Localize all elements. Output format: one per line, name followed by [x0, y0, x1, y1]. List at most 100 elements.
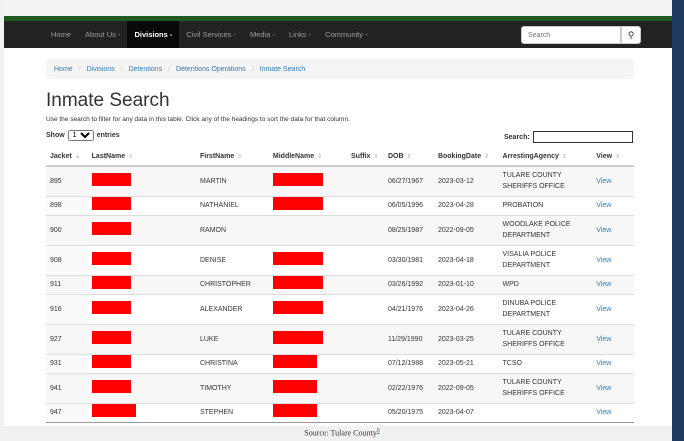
firstname-cell: CHRISTINA: [195, 353, 269, 373]
column-header[interactable]: DOB ⇕: [383, 148, 434, 167]
view-link[interactable]: View: [596, 202, 611, 209]
footnote-link[interactable]: 8: [377, 428, 380, 434]
breadcrumb-separator: /: [168, 65, 171, 73]
agency-cell: DINUBA POLICE DEPARTMENT: [498, 293, 593, 324]
booking-date-cell: 2023-05-21: [433, 353, 499, 373]
firstname-cell: MARTIN: [195, 165, 269, 196]
jacket-cell: 898: [46, 195, 88, 215]
redaction-box: [91, 379, 131, 393]
dob-cell: 06/05/1996: [383, 195, 434, 215]
lastname-cell: [87, 274, 196, 294]
breadcrumb-separator: /: [120, 65, 123, 73]
middlename-cell: [268, 353, 347, 373]
middlename-cell: [268, 323, 347, 354]
dob-cell: 05/20/1975: [383, 402, 434, 423]
jacket-cell: 895: [46, 165, 88, 196]
view-cell: View: [592, 372, 634, 403]
nav-item[interactable]: Civil Services -: [179, 21, 243, 48]
sort-icon: ⇕: [406, 154, 412, 160]
show-entries: Show 10 entries: [46, 130, 120, 141]
firstname-cell: NATHANIEL: [195, 195, 269, 215]
view-link[interactable]: View: [596, 360, 611, 367]
jacket-cell: 947: [46, 402, 88, 423]
breadcrumb-item[interactable]: Home: [54, 66, 73, 73]
breadcrumb-item[interactable]: Detentions Operations: [176, 66, 246, 73]
column-label: MiddleName: [272, 153, 315, 160]
lastname-cell: [87, 293, 196, 324]
view-link[interactable]: View: [596, 281, 611, 288]
view-link[interactable]: View: [596, 409, 611, 416]
column-header[interactable]: LastName ⇕: [87, 148, 196, 167]
middlename-cell: [268, 165, 347, 196]
lastname-cell: [87, 402, 196, 423]
view-link[interactable]: View: [596, 178, 611, 185]
dob-cell: 03/26/1992: [383, 274, 434, 294]
nav-item[interactable]: Divisions -: [127, 21, 180, 48]
firstname-cell: RAMON: [195, 214, 269, 245]
dob-cell: 06/27/1967: [383, 165, 434, 196]
suffix-cell: [347, 195, 384, 215]
nav-item[interactable]: About Us -: [78, 21, 127, 48]
column-header[interactable]: View ⇕: [592, 148, 634, 167]
sort-icon: ▲: [74, 154, 81, 160]
suffix-cell: [347, 165, 384, 196]
view-link[interactable]: View: [596, 385, 611, 392]
middlename-cell: [268, 195, 347, 215]
nav-item[interactable]: Home: [44, 21, 78, 48]
column-header[interactable]: MiddleName ⇕: [268, 148, 347, 167]
search-label: Search:: [504, 133, 530, 141]
entries-label: entries: [96, 132, 120, 139]
booking-date-cell: 2023-04-07: [433, 402, 499, 423]
column-header[interactable]: BookingDate ⇕: [433, 148, 499, 167]
jacket-cell: 931: [46, 353, 88, 373]
table-row: 931 CHRISTINA 07/12/1988 2023-05-21 TCSO View: [46, 353, 634, 373]
firstname-cell: TIMOTHY: [195, 372, 269, 403]
firstname-cell: CHRISTOPHER: [195, 274, 269, 294]
dob-cell: 11/29/1990: [383, 323, 434, 354]
search-icon[interactable]: ⚲: [621, 26, 641, 44]
column-header[interactable]: ArrestingAgency ⇕: [498, 148, 593, 167]
booking-date-cell: 2023-04-28: [433, 195, 499, 215]
view-link[interactable]: View: [596, 306, 611, 313]
column-header[interactable]: Suffix ⇕: [347, 148, 384, 167]
entries-select[interactable]: 10: [67, 130, 94, 141]
redaction-box: [272, 276, 323, 289]
table-search-input[interactable]: [532, 131, 633, 143]
column-header[interactable]: Jacket ▲: [46, 148, 88, 167]
nav-item[interactable]: Media -: [243, 21, 282, 48]
lastname-cell: [87, 244, 196, 275]
breadcrumb-item: Inmate Search: [259, 65, 306, 73]
nav-item[interactable]: Community -: [318, 21, 375, 48]
nav-item[interactable]: Links -: [282, 21, 318, 48]
firstname-cell: DENISE: [195, 244, 269, 275]
nav-search: ⚲: [521, 26, 641, 44]
breadcrumb-item[interactable]: Detentions: [129, 66, 162, 73]
redaction-box: [91, 330, 131, 344]
suffix-cell: [347, 274, 384, 294]
jacket-cell: 916: [46, 293, 88, 324]
redaction-box: [91, 300, 131, 314]
suffix-cell: [347, 214, 384, 245]
breadcrumb-item[interactable]: Divisions: [87, 66, 115, 73]
dob-cell: 08/25/1987: [383, 214, 434, 245]
view-link[interactable]: View: [596, 257, 611, 264]
middlename-cell: [268, 244, 347, 275]
firstname-cell: STEPHEN: [195, 402, 269, 423]
booking-date-cell: 2023-01-10: [433, 274, 499, 294]
view-cell: View: [592, 353, 634, 373]
nav-search-input[interactable]: [521, 26, 621, 44]
view-link[interactable]: View: [596, 227, 611, 234]
view-link[interactable]: View: [596, 336, 611, 343]
booking-date-cell: 2022-09-05: [433, 372, 499, 403]
sort-icon: ⇕: [561, 154, 567, 160]
agency-cell: TCSO: [498, 353, 593, 373]
redaction-box: [272, 404, 317, 417]
lastname-cell: [87, 214, 196, 245]
view-cell: View: [592, 165, 634, 196]
redaction-box: [272, 172, 323, 186]
firstname-cell: LUKE: [195, 323, 269, 354]
column-label: View: [596, 153, 613, 160]
redaction-box: [91, 355, 131, 368]
suffix-cell: [347, 323, 384, 354]
column-header[interactable]: FirstName ⇕: [195, 148, 269, 167]
